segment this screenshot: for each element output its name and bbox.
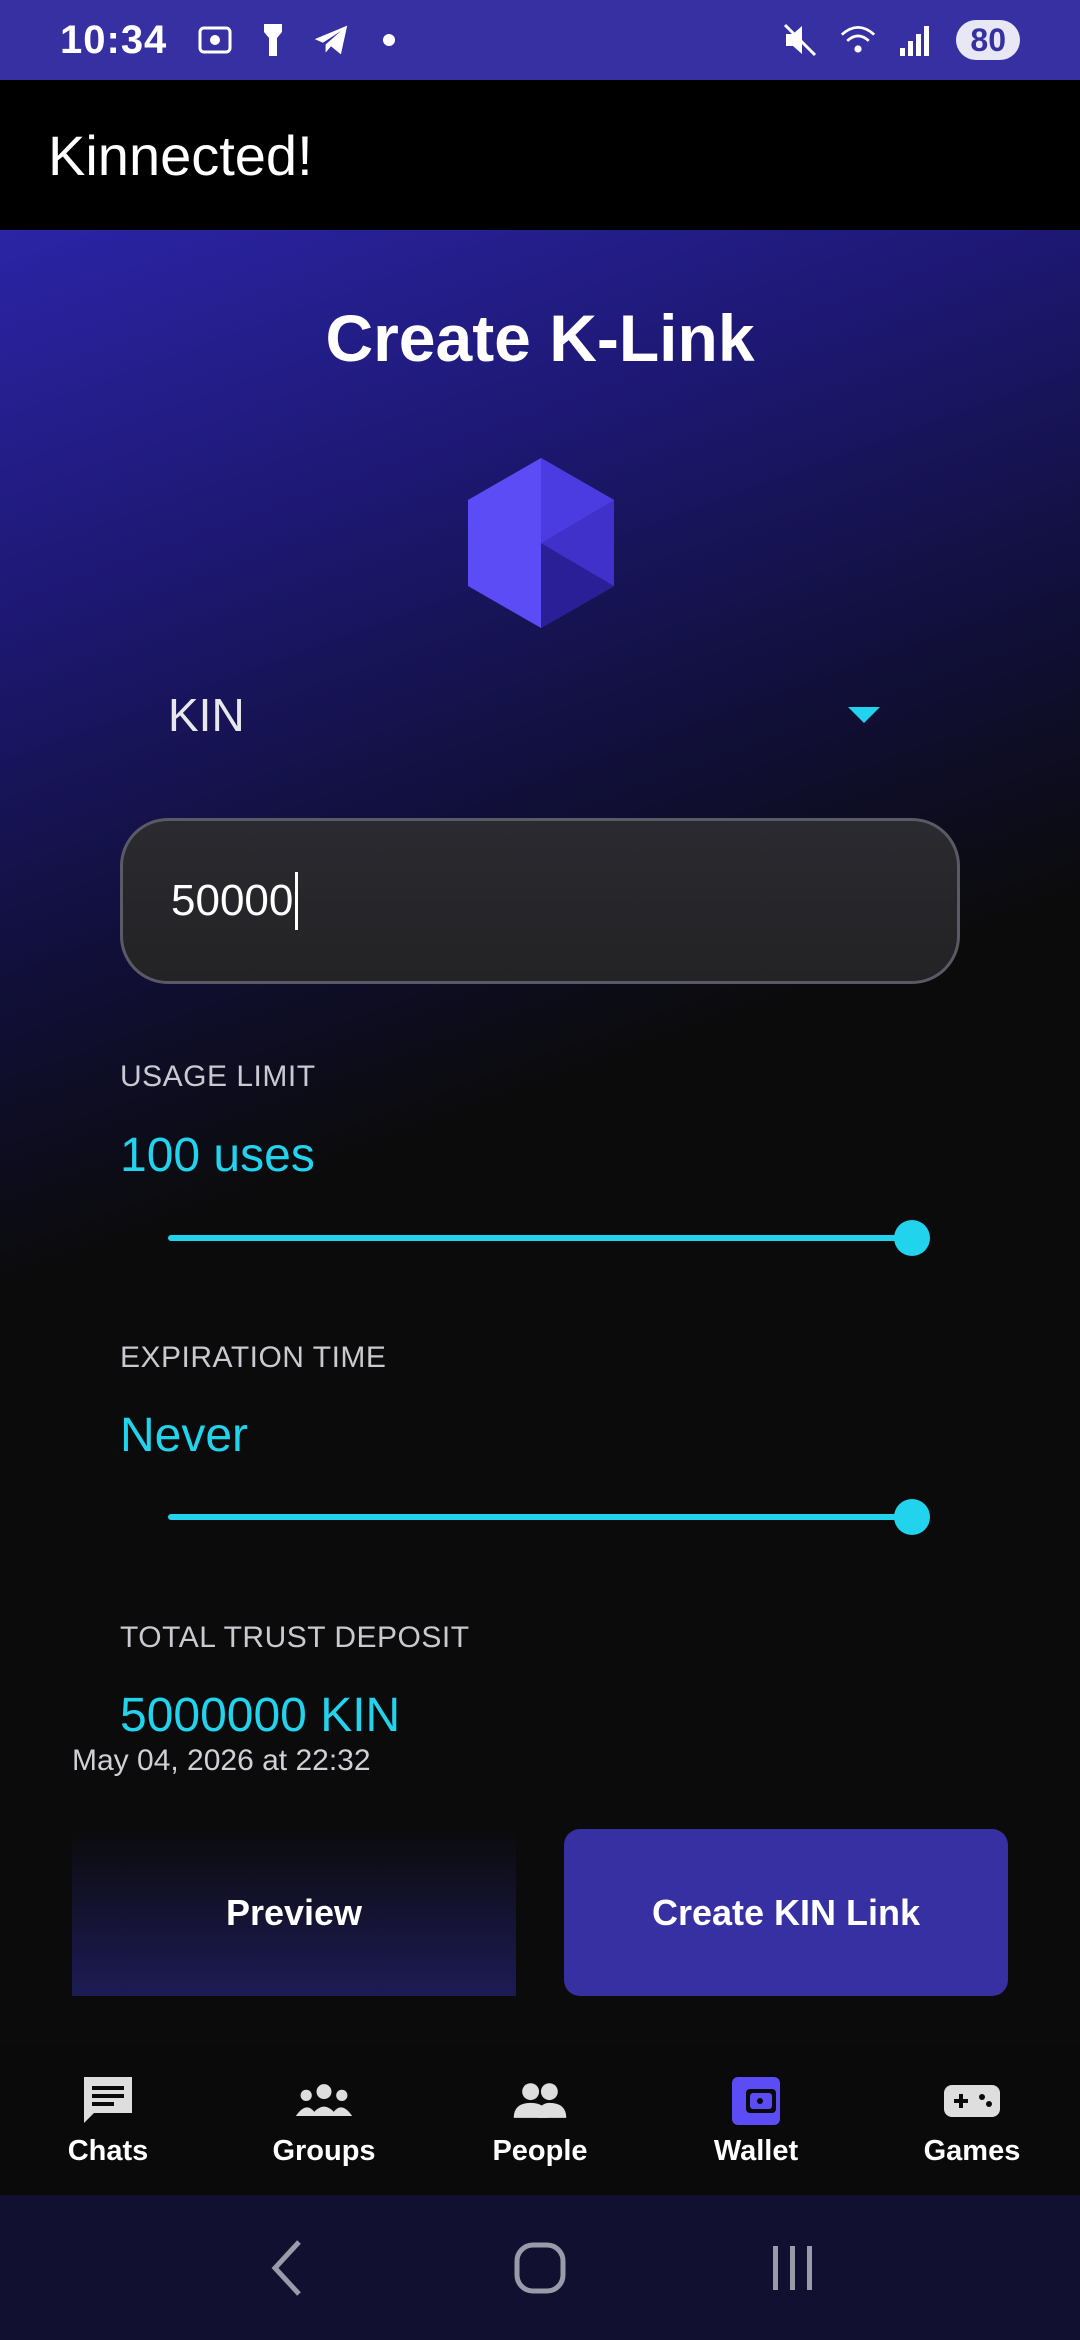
battery-indicator: 80 — [956, 20, 1020, 60]
signal-icon — [898, 22, 934, 58]
status-bar: 10:34 80 — [0, 0, 1080, 80]
status-time: 10:34 — [60, 17, 168, 62]
preview-button[interactable]: Preview — [72, 1829, 516, 1996]
nav-item-groups[interactable]: Groups — [216, 2045, 432, 2195]
usage-limit-label: USAGE LIMIT — [120, 1060, 316, 1093]
expiration-value: Never — [120, 1409, 249, 1462]
recents-icon[interactable] — [753, 2228, 833, 2308]
mute-icon — [782, 22, 818, 58]
expiration-slider-thumb[interactable] — [894, 1499, 930, 1535]
nav-label-chats: Chats — [67, 2134, 149, 2167]
system-nav — [0, 2195, 1080, 2340]
gamepad-icon — [942, 2073, 1002, 2129]
nav-label-wallet: Wallet — [713, 2134, 799, 2167]
usage-limit-slider-track — [168, 1235, 912, 1241]
nav-item-games[interactable]: Games — [864, 2045, 1080, 2195]
kin-logo-icon — [468, 458, 614, 628]
groups-icon — [294, 2073, 354, 2129]
wallet-icon — [726, 2073, 786, 2129]
app-bar: Kinnected! — [0, 80, 1080, 230]
screenshot-icon — [197, 22, 233, 58]
usage-limit-slider[interactable] — [168, 1218, 930, 1258]
nav-label-groups: Groups — [272, 2134, 376, 2167]
screen: 10:34 80 Kinnected! Create K-Link KIN 50… — [0, 0, 1080, 2340]
currency-dropdown[interactable]: KIN — [168, 680, 888, 750]
wifi-icon — [840, 22, 876, 58]
bottom-nav: Chats Groups People Wallet Games — [0, 2045, 1080, 2195]
total-deposit-value: 5000000 KIN — [120, 1689, 401, 1742]
home-icon[interactable] — [500, 2228, 580, 2308]
app-title: Kinnected! — [48, 123, 313, 187]
nav-item-people[interactable]: People — [432, 2045, 648, 2195]
expiration-slider-track — [168, 1514, 912, 1520]
nav-item-wallet[interactable]: Wallet — [648, 2045, 864, 2195]
usage-limit-slider-thumb[interactable] — [894, 1220, 930, 1256]
page-title: Create K-Link — [325, 301, 755, 375]
nav-label-games: Games — [923, 2134, 1021, 2167]
text-caret — [295, 872, 299, 930]
amount-value: 50000 — [171, 876, 294, 925]
nav-item-chats[interactable]: Chats — [0, 2045, 216, 2195]
total-deposit-label: TOTAL TRUST DEPOSIT — [120, 1621, 470, 1654]
dropdown-arrow-icon — [848, 707, 880, 723]
chat-icon — [78, 2073, 138, 2129]
date-text: May 04, 2026 at 22:32 — [72, 1744, 371, 1777]
amount-input[interactable]: 50000 — [120, 818, 960, 984]
create-kin-link-button[interactable]: Create KIN Link — [564, 1829, 1008, 1996]
dot-icon — [371, 22, 407, 58]
telegram-icon — [313, 22, 349, 58]
nav-label-people: People — [492, 2134, 588, 2167]
usage-limit-value: 100 uses — [120, 1129, 315, 1182]
flashlight-icon — [255, 22, 291, 58]
people-icon — [510, 2073, 570, 2129]
back-icon[interactable] — [247, 2228, 327, 2308]
expiration-label: EXPIRATION TIME — [120, 1341, 387, 1374]
currency-selected: KIN — [168, 689, 245, 741]
expiration-slider[interactable] — [168, 1497, 930, 1537]
status-icons-right: 80 — [782, 20, 1020, 60]
status-icons-left — [197, 22, 407, 58]
